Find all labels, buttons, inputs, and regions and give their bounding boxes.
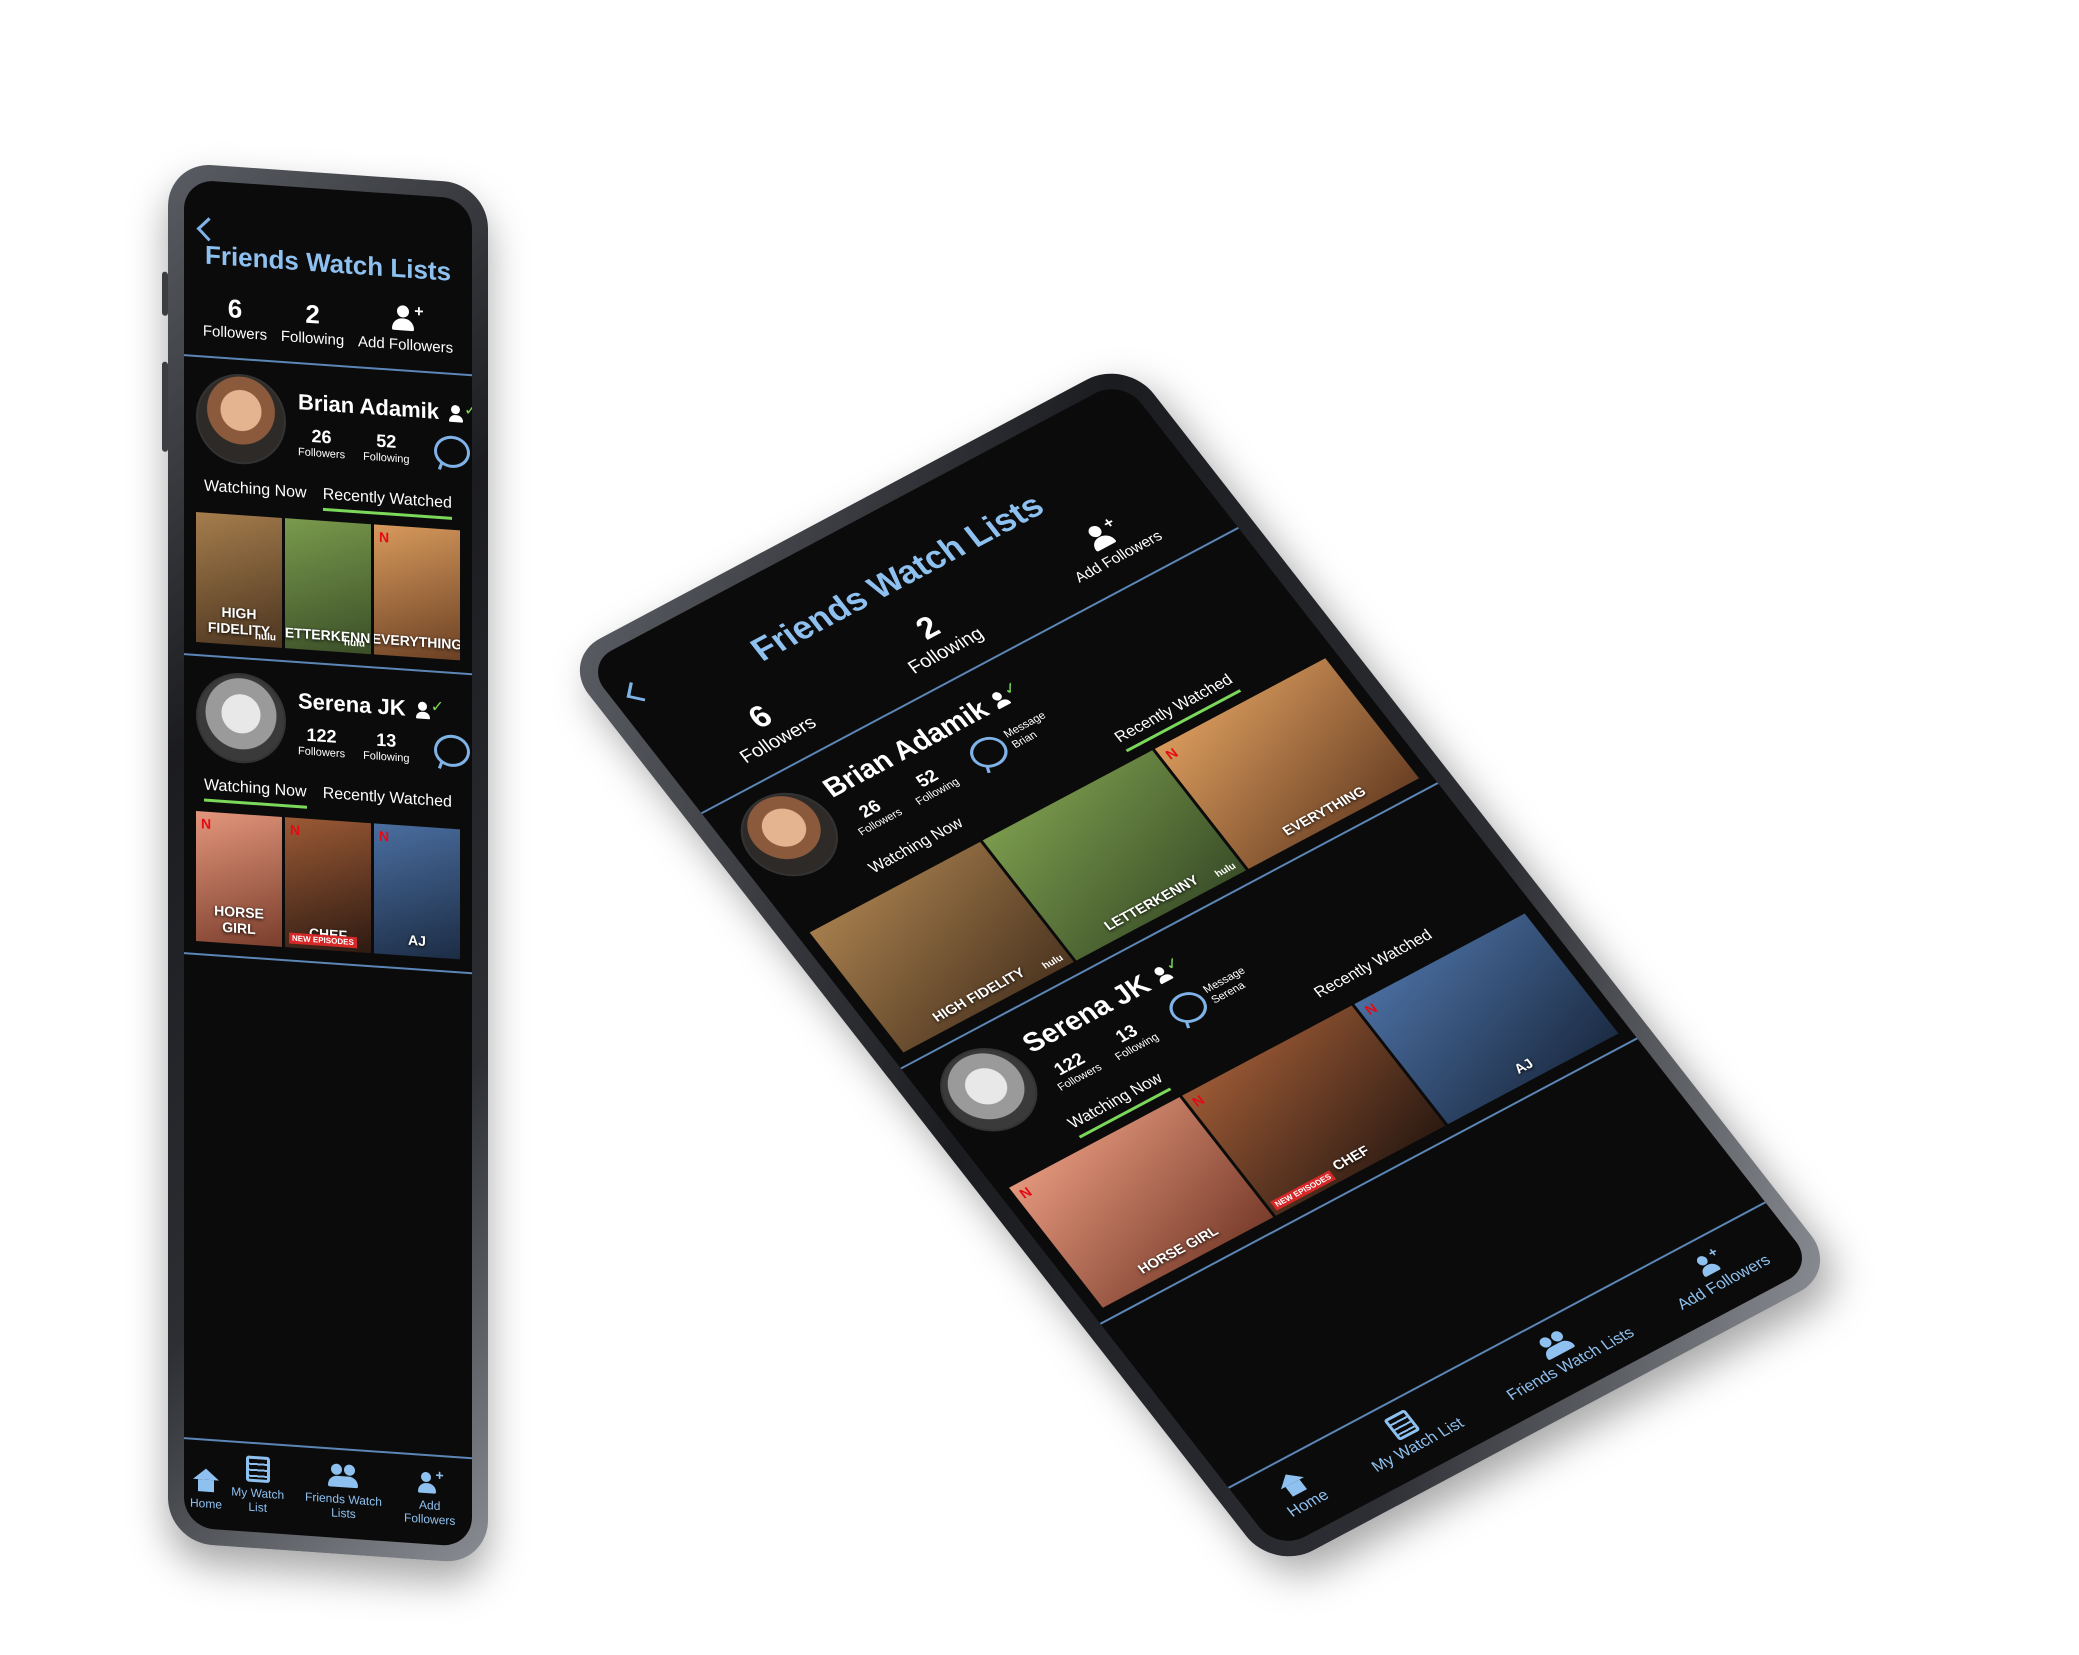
tab-recently-watched[interactable]: Recently Watched [322, 485, 452, 520]
nav-home[interactable]: Home [190, 1468, 222, 1512]
friend-following: 13 Following [1099, 1014, 1161, 1062]
following-label: Following [280, 327, 345, 349]
avatar[interactable] [196, 669, 286, 767]
friend-card: Brian Adamik ✓ 26 Followers 52 Following [184, 356, 472, 676]
netflix-logo: N [290, 821, 301, 839]
poster-horse-girl[interactable]: N HORSE GIRL [196, 810, 282, 947]
netflix-logo: N [1015, 1183, 1035, 1202]
friend-followers: 26 Followers [298, 425, 345, 461]
netflix-logo: N [201, 815, 212, 833]
chat-icon [433, 733, 470, 769]
poster-brand: hulu [254, 631, 276, 644]
home-icon [193, 1468, 219, 1494]
netflix-logo: N [1361, 1000, 1381, 1018]
power-button [162, 361, 168, 452]
phone-screen: Friends Watch Lists 6 Followers 2 Follow… [184, 179, 472, 1548]
friend-check-icon: ✓ [1149, 954, 1186, 985]
friend-check-icon: ✓ [449, 401, 472, 424]
poster-title: AJ [408, 931, 426, 950]
netflix-logo: N [379, 827, 390, 845]
poster-brand: hulu [343, 637, 365, 650]
friend-check-icon: ✓ [987, 679, 1024, 709]
friend-following: 52 Following [363, 429, 409, 465]
poster-chef[interactable]: N CHEF NEW EPISODES [285, 817, 371, 954]
followers-count: 6 [227, 292, 243, 324]
nav-add-label: Add Followers [404, 1497, 456, 1529]
friend-card: Serena JK ✓ 122 Followers 13 Following [184, 655, 472, 975]
page-title: Friends Watch Lists [204, 239, 452, 287]
friend-following-label: Following [363, 749, 410, 765]
friend-followers: 26 Followers [843, 789, 904, 838]
friend-following: 13 Following [363, 728, 409, 764]
message-button[interactable]: Message Serena [433, 733, 472, 772]
add-user-icon: + [392, 303, 423, 334]
nav-watch-list[interactable]: My Watch List [222, 1454, 293, 1517]
app-root: Friends Watch Lists 6 Followers 2 Follow… [184, 179, 472, 1548]
avatar[interactable] [196, 370, 286, 468]
add-followers-icon: + [418, 1467, 444, 1495]
poster-everything[interactable]: N EVERYTHING [374, 524, 460, 661]
nav-friends-label: Friends Watch Lists [1503, 1324, 1638, 1404]
poster-aj[interactable]: N AJ [374, 823, 460, 960]
followers-label: Followers [202, 321, 268, 344]
netflix-logo: N [1162, 744, 1182, 763]
chat-icon [433, 434, 470, 470]
add-followers-button[interactable]: + Add Followers [358, 301, 453, 357]
tab-watching-now[interactable]: Watching Now [204, 776, 307, 809]
poster-letterkenny[interactable]: LETTERKENNY hulu [285, 518, 371, 655]
nav-home[interactable]: Home [1267, 1464, 1333, 1521]
following-count: 2 [305, 298, 320, 330]
poster-title: CHEF [1328, 1142, 1373, 1174]
back-icon[interactable] [196, 217, 221, 242]
friend-check-icon: ✓ [416, 698, 444, 721]
poster-high-fidelity[interactable]: HIGH FIDELITY hulu [196, 511, 282, 648]
friend-name[interactable]: Brian Adamik [298, 389, 439, 425]
nav-watch-list-label: My Watch List [231, 1484, 285, 1515]
message-button[interactable]: Message Brian [433, 434, 472, 473]
poster-title: HORSE GIRL [214, 902, 264, 938]
message-label: Message Serena [1201, 965, 1257, 1007]
nav-friends[interactable]: Friends Watch Lists [293, 1461, 393, 1524]
friend-followers: 122 Followers [298, 724, 345, 760]
netflix-logo: N [379, 528, 390, 546]
friend-following-label: Following [363, 450, 410, 466]
netflix-logo: N [1188, 1091, 1208, 1110]
friend-followers-label: Followers [298, 445, 346, 461]
tab-recently-watched[interactable]: Recently Watched [323, 785, 452, 819]
nav-add-followers[interactable]: + Add Followers [393, 1467, 466, 1529]
friend-followers: 122 Followers [1042, 1045, 1104, 1093]
friend-name[interactable]: Serena JK [298, 688, 406, 722]
friend-following: 52 Following [900, 759, 962, 807]
friends-icon [328, 1463, 358, 1489]
nav-home-label: Home [190, 1495, 223, 1512]
phone-right: Friends Watch Lists 6 Followers 2 Follow… [561, 358, 1839, 1572]
message-label: Message Brian [1001, 710, 1057, 752]
poster-row: N HORSE GIRL N CHEF NEW EPISODES N AJ [196, 810, 460, 960]
poster-brand: hulu [1212, 860, 1239, 880]
phone-left: Friends Watch Lists 6 Followers 2 Follow… [162, 162, 488, 1565]
list-icon [245, 1455, 270, 1484]
tab-watching-now[interactable]: Watching Now [204, 478, 307, 510]
poster-title: EVERYTHING [374, 630, 460, 653]
poster-title: AJ [1510, 1055, 1537, 1077]
friend-followers-label: Followers [298, 744, 346, 760]
back-icon[interactable] [626, 682, 648, 702]
followers-stat[interactable]: 6 Followers [202, 291, 268, 344]
following-stat[interactable]: 2 Following [280, 296, 345, 349]
poster-row: HIGH FIDELITY hulu LETTERKENNY hulu N EV… [196, 511, 460, 661]
volume-button [162, 271, 168, 316]
top-bar: Friends Watch Lists [184, 179, 472, 299]
nav-friends-label: Friends Watch Lists [305, 1489, 382, 1522]
add-followers-label: Add Followers [358, 333, 454, 357]
poster-brand: hulu [1040, 952, 1066, 972]
